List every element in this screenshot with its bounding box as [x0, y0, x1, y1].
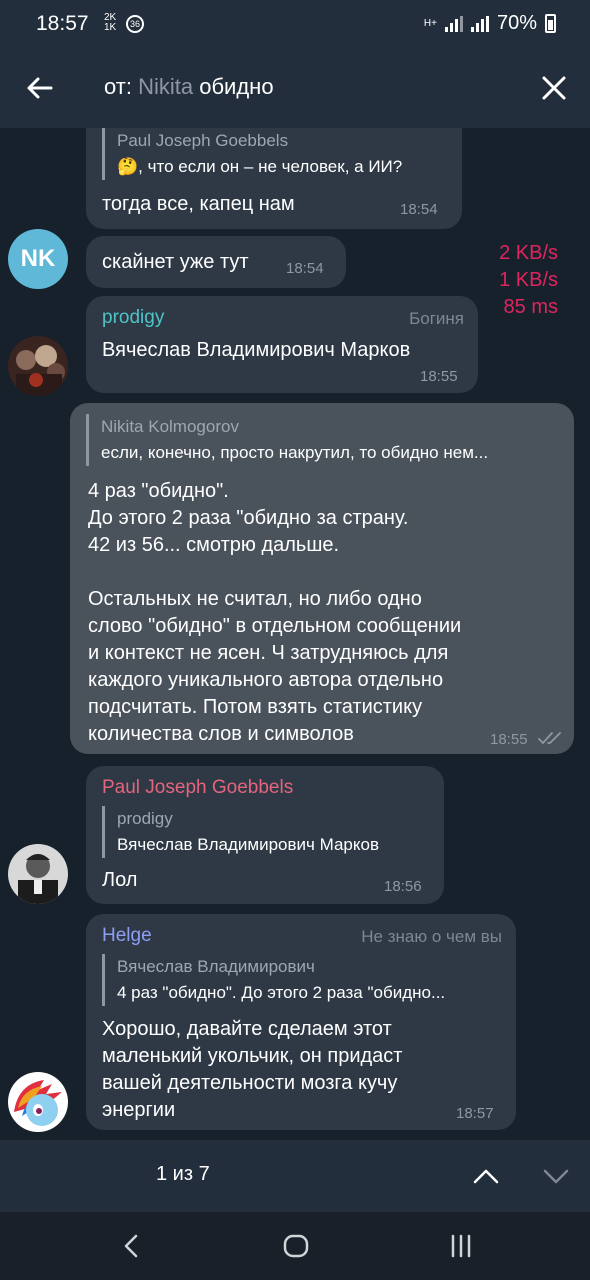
message-bubble[interactable]: Paul Joseph Goebbels prodigy Вячеслав Вл…	[86, 766, 444, 904]
message-text: Лол	[102, 869, 138, 891]
search-input[interactable]: от: Nikita обидно	[104, 74, 274, 100]
signal-icon	[444, 15, 463, 32]
search-user-chip: Nikita	[138, 74, 194, 99]
message-bubble[interactable]: Helge Не знаю о чем вы Вячеслав Владимир…	[86, 914, 516, 1130]
message-bubble-outgoing[interactable]: Nikita Kolmogorov если, конечно, просто …	[70, 403, 574, 754]
message-sender[interactable]: prodigy	[102, 307, 164, 329]
message-sender[interactable]: Paul Joseph Goebbels	[102, 777, 293, 799]
chat-area[interactable]: Paul Joseph Goebbels 🤔, что если он – не…	[0, 128, 590, 1140]
message-time: 18:56	[384, 878, 422, 895]
status-bar: 18:57 2K 1K 36 H+ 70%	[0, 0, 590, 48]
message-bubble[interactable]: prodigy Богиня Вячеслав Владимирович Мар…	[86, 296, 478, 393]
search-query: обидно	[199, 74, 274, 99]
reply-sender: prodigy	[117, 809, 173, 828]
system-recents-icon[interactable]	[446, 1232, 476, 1260]
arrow-left-icon[interactable]	[24, 72, 56, 104]
reply-quote[interactable]: Вячеслав Владимирович 4 раз "обидно". До…	[102, 954, 502, 1006]
message-time: 18:57	[456, 1105, 494, 1122]
reply-sender: Paul Joseph Goebbels	[117, 131, 289, 150]
member-tag: Богиня	[409, 309, 464, 328]
search-header: от: Nikita обидно	[0, 48, 590, 128]
reply-text: 4 раз "обидно". До этого 2 раза "обидно.…	[117, 983, 446, 1002]
reply-quote[interactable]: prodigy Вячеслав Владимирович Марков	[102, 806, 432, 858]
signal-icon-2	[470, 15, 489, 32]
system-home-icon[interactable]	[282, 1232, 310, 1260]
message-time: 18:54	[400, 201, 438, 218]
message-bubble[interactable]: Paul Joseph Goebbels 🤔, что если он – не…	[86, 128, 462, 229]
search-result-counter: 1 из 7	[156, 1163, 210, 1185]
search-prefix: от:	[104, 74, 132, 99]
message-time: 18:54	[286, 260, 324, 277]
reply-sender: Вячеслав Владимирович	[117, 957, 315, 976]
search-results-bar: 1 из 7	[0, 1140, 590, 1212]
member-tag: Не знаю о чем вы	[361, 927, 502, 946]
network-type-label: H+	[423, 17, 437, 29]
notification-badge: 36	[126, 15, 144, 33]
message-text: 4 раз "обидно". До этого 2 раза "обидно …	[88, 480, 462, 745]
status-time: 18:57	[36, 12, 89, 35]
chevron-up-icon[interactable]	[470, 1160, 502, 1192]
avatar[interactable]: NK	[8, 229, 68, 289]
message-time: 18:55	[490, 731, 528, 748]
double-check-icon	[538, 732, 561, 745]
reply-text: 🤔, что если он – не человек, а ИИ?	[117, 157, 403, 176]
avatar[interactable]	[8, 844, 68, 904]
system-nav-bar	[0, 1212, 590, 1280]
reply-sender: Nikita Kolmogorov	[101, 417, 239, 436]
chevron-down-icon[interactable]	[540, 1160, 572, 1192]
reply-text: если, конечно, просто накрутил, то обидн…	[101, 443, 489, 462]
message-text: Хорошо, давайте сделаем этот маленький у…	[102, 1018, 403, 1121]
battery-percent: 70%	[496, 12, 537, 34]
data-rate-indicator: 2K 1K	[104, 12, 117, 33]
network-speed-overlay: 2 KB/s 1 KB/s 85 ms	[499, 242, 558, 318]
message-text: Вячеслав Владимирович Марков	[102, 339, 411, 361]
close-icon[interactable]	[540, 74, 568, 102]
message-time: 18:55	[420, 368, 458, 385]
avatar[interactable]	[8, 1072, 68, 1132]
message-sender[interactable]: Helge	[102, 925, 152, 947]
system-back-icon[interactable]	[118, 1232, 144, 1260]
message-text: скайнет уже тут	[102, 251, 249, 273]
reply-quote[interactable]: Nikita Kolmogorov если, конечно, просто …	[86, 414, 560, 466]
reply-quote[interactable]: Paul Joseph Goebbels 🤔, что если он – не…	[102, 128, 446, 180]
message-text: тогда все, капец нам	[102, 193, 295, 215]
avatar[interactable]	[8, 336, 68, 396]
battery-icon	[545, 14, 556, 33]
message-bubble[interactable]: скайнет уже тут 18:54	[86, 236, 346, 288]
reply-text: Вячеслав Владимирович Марков	[117, 835, 379, 854]
